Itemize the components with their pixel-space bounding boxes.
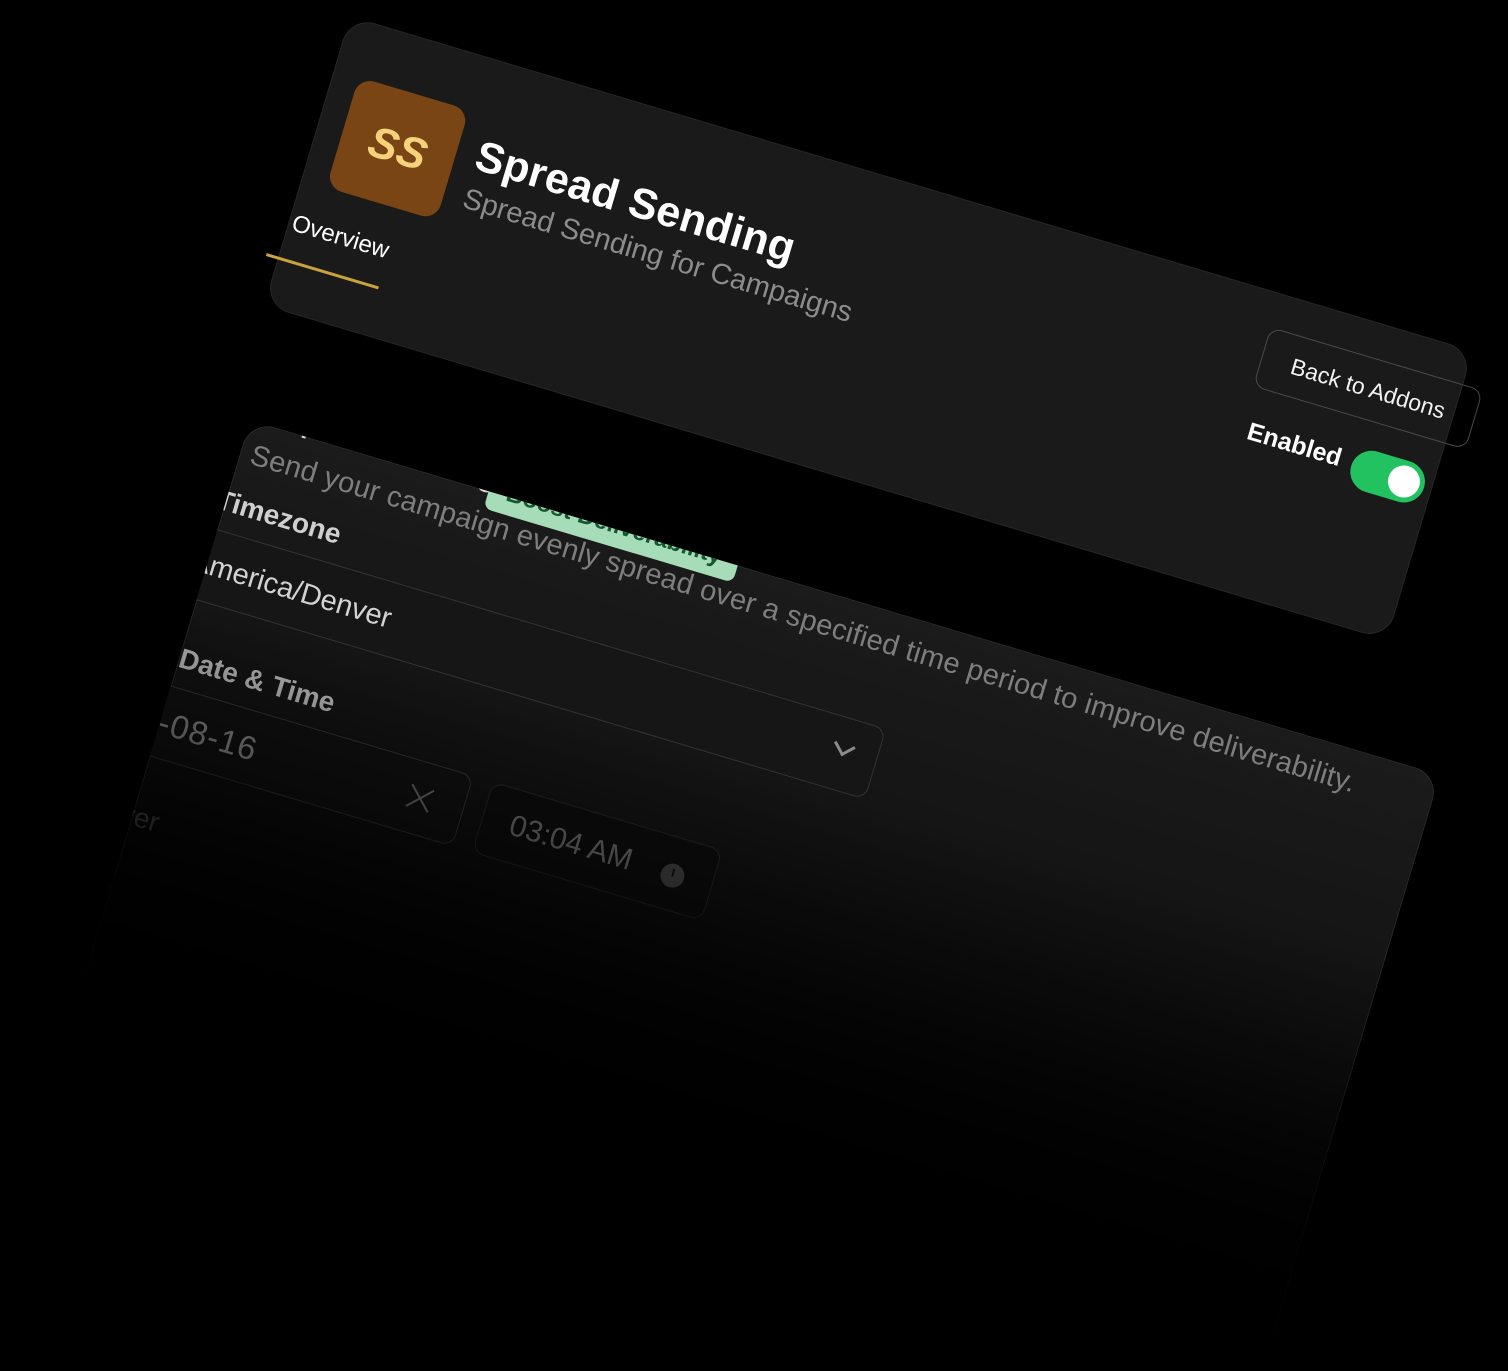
chevron-down-icon[interactable] bbox=[833, 734, 856, 757]
start-time-input[interactable]: 03:04 AM bbox=[471, 781, 723, 921]
enabled-label: Enabled bbox=[1243, 417, 1346, 473]
logo-initials: SS bbox=[362, 116, 433, 181]
toggle-knob bbox=[1384, 461, 1424, 502]
clock-icon[interactable] bbox=[657, 860, 688, 891]
timezone-value: America/Denver bbox=[186, 544, 396, 635]
addon-logo: SS bbox=[326, 77, 470, 221]
clear-date-icon[interactable] bbox=[403, 781, 438, 816]
spread-over-label: Spread over bbox=[7, 764, 163, 839]
enabled-toggle[interactable] bbox=[1345, 445, 1431, 508]
start-time-value: 03:04 AM bbox=[505, 808, 637, 877]
radio-target-icon[interactable] bbox=[224, 370, 279, 425]
start-date-value: 2025-08-16 bbox=[80, 681, 263, 768]
tab-overview[interactable]: Overview bbox=[288, 210, 393, 265]
addon-scene: Spread Sending Boost Deliverability Send… bbox=[0, 0, 1508, 1371]
